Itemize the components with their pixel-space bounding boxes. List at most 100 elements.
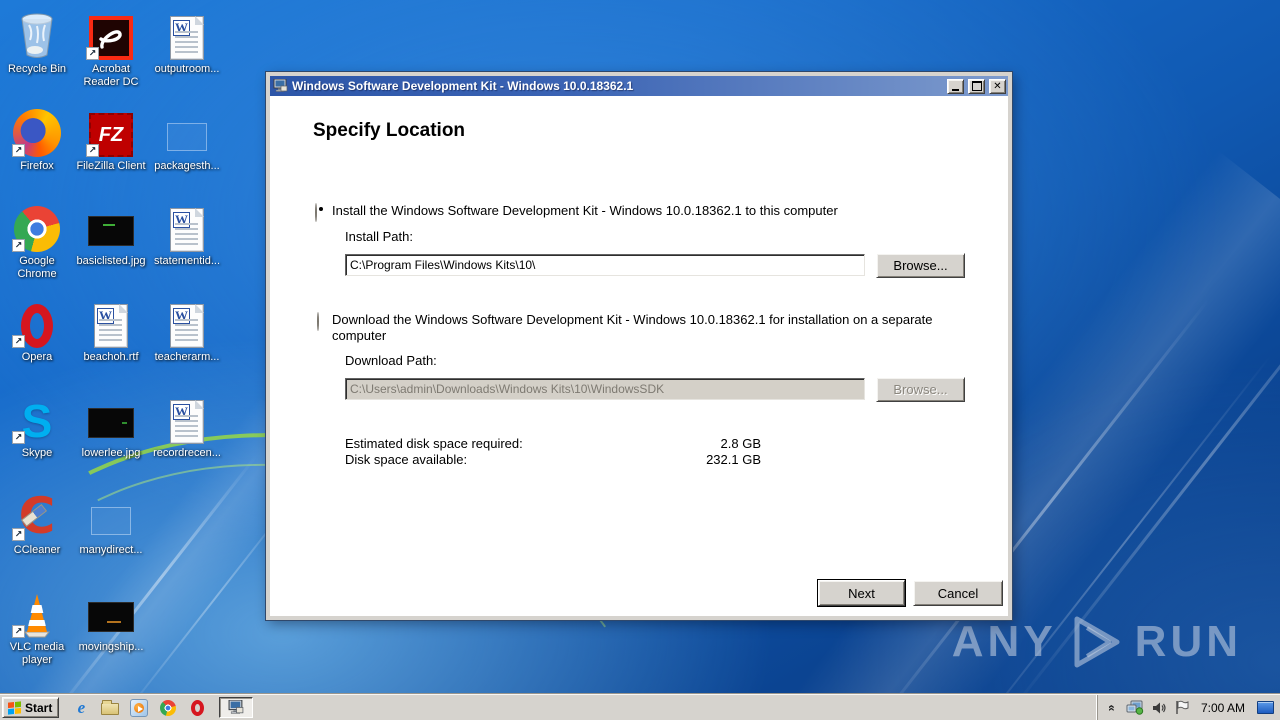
page-title: Specify Location bbox=[313, 120, 466, 141]
chrome-icon[interactable] bbox=[158, 698, 178, 718]
desktop-icon-label: packagesth... bbox=[154, 160, 220, 172]
network-icon[interactable] bbox=[1126, 700, 1144, 715]
desktop-icon-label: Acrobat Reader DC bbox=[83, 63, 139, 88]
anyrun-watermark: ANY RUN bbox=[952, 614, 1242, 670]
skype-icon bbox=[0, 392, 74, 444]
start-button[interactable]: Start bbox=[2, 697, 60, 718]
image-thumbnail-icon bbox=[74, 392, 148, 444]
media-player-icon[interactable] bbox=[129, 698, 149, 718]
shortcut-arrow-icon bbox=[12, 335, 25, 348]
desktop-icon-recordrecen[interactable]: recordrecen... bbox=[150, 392, 224, 460]
desktop-icon-label: Recycle Bin bbox=[7, 63, 67, 75]
start-button-label: Start bbox=[25, 700, 53, 715]
sdk-installer-window: Windows Software Development Kit - Windo… bbox=[266, 72, 1012, 620]
quick-launch bbox=[71, 698, 207, 718]
anyrun-play-logo-icon bbox=[1065, 614, 1127, 670]
desktop-icon-label: Firefox bbox=[20, 160, 54, 172]
opera-icon[interactable] bbox=[187, 698, 207, 718]
install-path-input[interactable] bbox=[345, 254, 865, 276]
desktop-icon-firefox[interactable]: Firefox bbox=[0, 105, 74, 173]
desktop-icon-label: Skype bbox=[21, 447, 53, 459]
desktop-icon-opera[interactable]: Opera bbox=[0, 296, 74, 364]
desktop-icon-label: FileZilla Client bbox=[76, 160, 146, 172]
desktop-icon-packagesth[interactable]: packagesth... bbox=[150, 105, 224, 173]
download-path-label: Download Path: bbox=[345, 353, 437, 368]
shortcut-arrow-icon bbox=[12, 431, 25, 444]
taskbar: Start e « 7:00 AM bbox=[0, 694, 1280, 720]
desktop-icon-recycle-bin[interactable]: Recycle Bin bbox=[0, 8, 74, 76]
opera-icon bbox=[0, 296, 74, 348]
desktop-icon-basiclisted[interactable]: basiclisted.jpg bbox=[74, 200, 148, 268]
minimize-icon[interactable] bbox=[947, 78, 964, 94]
disk-available-label: Disk space available: bbox=[345, 452, 468, 467]
recycle-bin-icon bbox=[0, 8, 74, 60]
shortcut-arrow-icon bbox=[12, 528, 25, 541]
desktop-icon-label: manydirect... bbox=[79, 544, 143, 556]
shortcut-arrow-icon bbox=[12, 625, 25, 638]
shortcut-arrow-icon bbox=[86, 144, 99, 157]
desktop-icon-label: outputroom... bbox=[154, 63, 220, 75]
install-browse-button[interactable]: Browse... bbox=[876, 253, 965, 278]
dialog-body: Specify Location Install the Windows Sof… bbox=[270, 96, 1008, 616]
desktop-icon-acrobat[interactable]: Acrobat Reader DC bbox=[74, 8, 148, 89]
disk-required-row: Estimated disk space required: 2.8 GB bbox=[345, 436, 761, 451]
internet-explorer-icon[interactable] bbox=[71, 698, 91, 718]
desktop-icon-label: basiclisted.jpg bbox=[76, 255, 146, 267]
shortcut-arrow-icon bbox=[86, 47, 99, 60]
word-document-icon bbox=[150, 200, 224, 252]
desktop-icon-filezilla[interactable]: FileZilla Client bbox=[74, 105, 148, 173]
desktop-icon-teacherarm[interactable]: teacherarm... bbox=[150, 296, 224, 364]
word-document-icon bbox=[150, 8, 224, 60]
next-button[interactable]: Next bbox=[818, 580, 905, 606]
sdk-installer-task-button[interactable] bbox=[219, 697, 254, 718]
explorer-folder-icon[interactable] bbox=[100, 698, 120, 718]
watermark-text-run: RUN bbox=[1134, 617, 1242, 666]
desktop-icon-movingship[interactable]: movingship... bbox=[74, 586, 148, 654]
desktop-icon-vlc[interactable]: VLC media player bbox=[0, 586, 74, 667]
window-title: Windows Software Development Kit - Windo… bbox=[292, 79, 634, 93]
window-titlebar[interactable]: Windows Software Development Kit - Windo… bbox=[270, 76, 1008, 96]
desktop-icon-outputroom[interactable]: outputroom... bbox=[150, 8, 224, 76]
missing-thumbnail-icon bbox=[150, 105, 224, 157]
download-option-radio[interactable] bbox=[317, 312, 319, 331]
display-icon[interactable] bbox=[1257, 701, 1274, 714]
cancel-button[interactable]: Cancel bbox=[913, 580, 1003, 606]
disk-available-row: Disk space available: 232.1 GB bbox=[345, 452, 761, 467]
desktop-icon-manydirect[interactable]: manydirect... bbox=[74, 489, 148, 557]
desktop-icon-label: Opera bbox=[21, 351, 53, 363]
windows-flag-icon bbox=[7, 700, 22, 715]
sdk-installer-icon bbox=[228, 700, 244, 715]
desktop-icon-label: movingship... bbox=[78, 641, 144, 653]
image-thumbnail-icon bbox=[74, 586, 148, 638]
download-browse-button: Browse... bbox=[876, 377, 965, 402]
volume-icon[interactable] bbox=[1152, 701, 1167, 715]
desktop-icon-lowerlee[interactable]: lowerlee.jpg bbox=[74, 392, 148, 460]
desktop-icon-beachoh[interactable]: beachoh.rtf bbox=[74, 296, 148, 364]
watermark-text-any: ANY bbox=[951, 617, 1057, 666]
acrobat-reader-icon bbox=[74, 8, 148, 60]
desktop-icon-label: VLC media player bbox=[9, 641, 65, 666]
clock[interactable]: 7:00 AM bbox=[1197, 701, 1249, 715]
desktop-icon-label: lowerlee.jpg bbox=[81, 447, 141, 459]
desktop-icon-label: CCleaner bbox=[13, 544, 61, 556]
vlc-icon bbox=[0, 586, 74, 638]
desktop-icon-google-chrome[interactable]: Google Chrome bbox=[0, 200, 74, 281]
download-option-label: Download the Windows Software Developmen… bbox=[332, 312, 933, 343]
desktop-icon-label: teacherarm... bbox=[154, 351, 220, 363]
close-icon[interactable] bbox=[989, 78, 1006, 94]
word-document-icon bbox=[74, 296, 148, 348]
desktop-icon-skype[interactable]: Skype bbox=[0, 392, 74, 460]
disk-required-value: 2.8 GB bbox=[720, 436, 761, 451]
hidden-icons-chevron[interactable] bbox=[1105, 702, 1119, 714]
desktop-icon-label: recordrecen... bbox=[153, 447, 221, 459]
desktop-icon-label: Google Chrome bbox=[17, 255, 57, 280]
desktop-icon-label: beachoh.rtf bbox=[83, 351, 139, 363]
sdk-installer-icon bbox=[273, 79, 288, 93]
ccleaner-icon bbox=[0, 489, 74, 541]
desktop-icon-ccleaner[interactable]: CCleaner bbox=[0, 489, 74, 557]
install-option-radio[interactable] bbox=[315, 203, 317, 222]
desktop-icon-label: statementid... bbox=[153, 255, 221, 267]
desktop-icon-statementid[interactable]: statementid... bbox=[150, 200, 224, 268]
maximize-icon[interactable] bbox=[968, 78, 985, 94]
action-center-flag-icon[interactable] bbox=[1175, 700, 1189, 715]
